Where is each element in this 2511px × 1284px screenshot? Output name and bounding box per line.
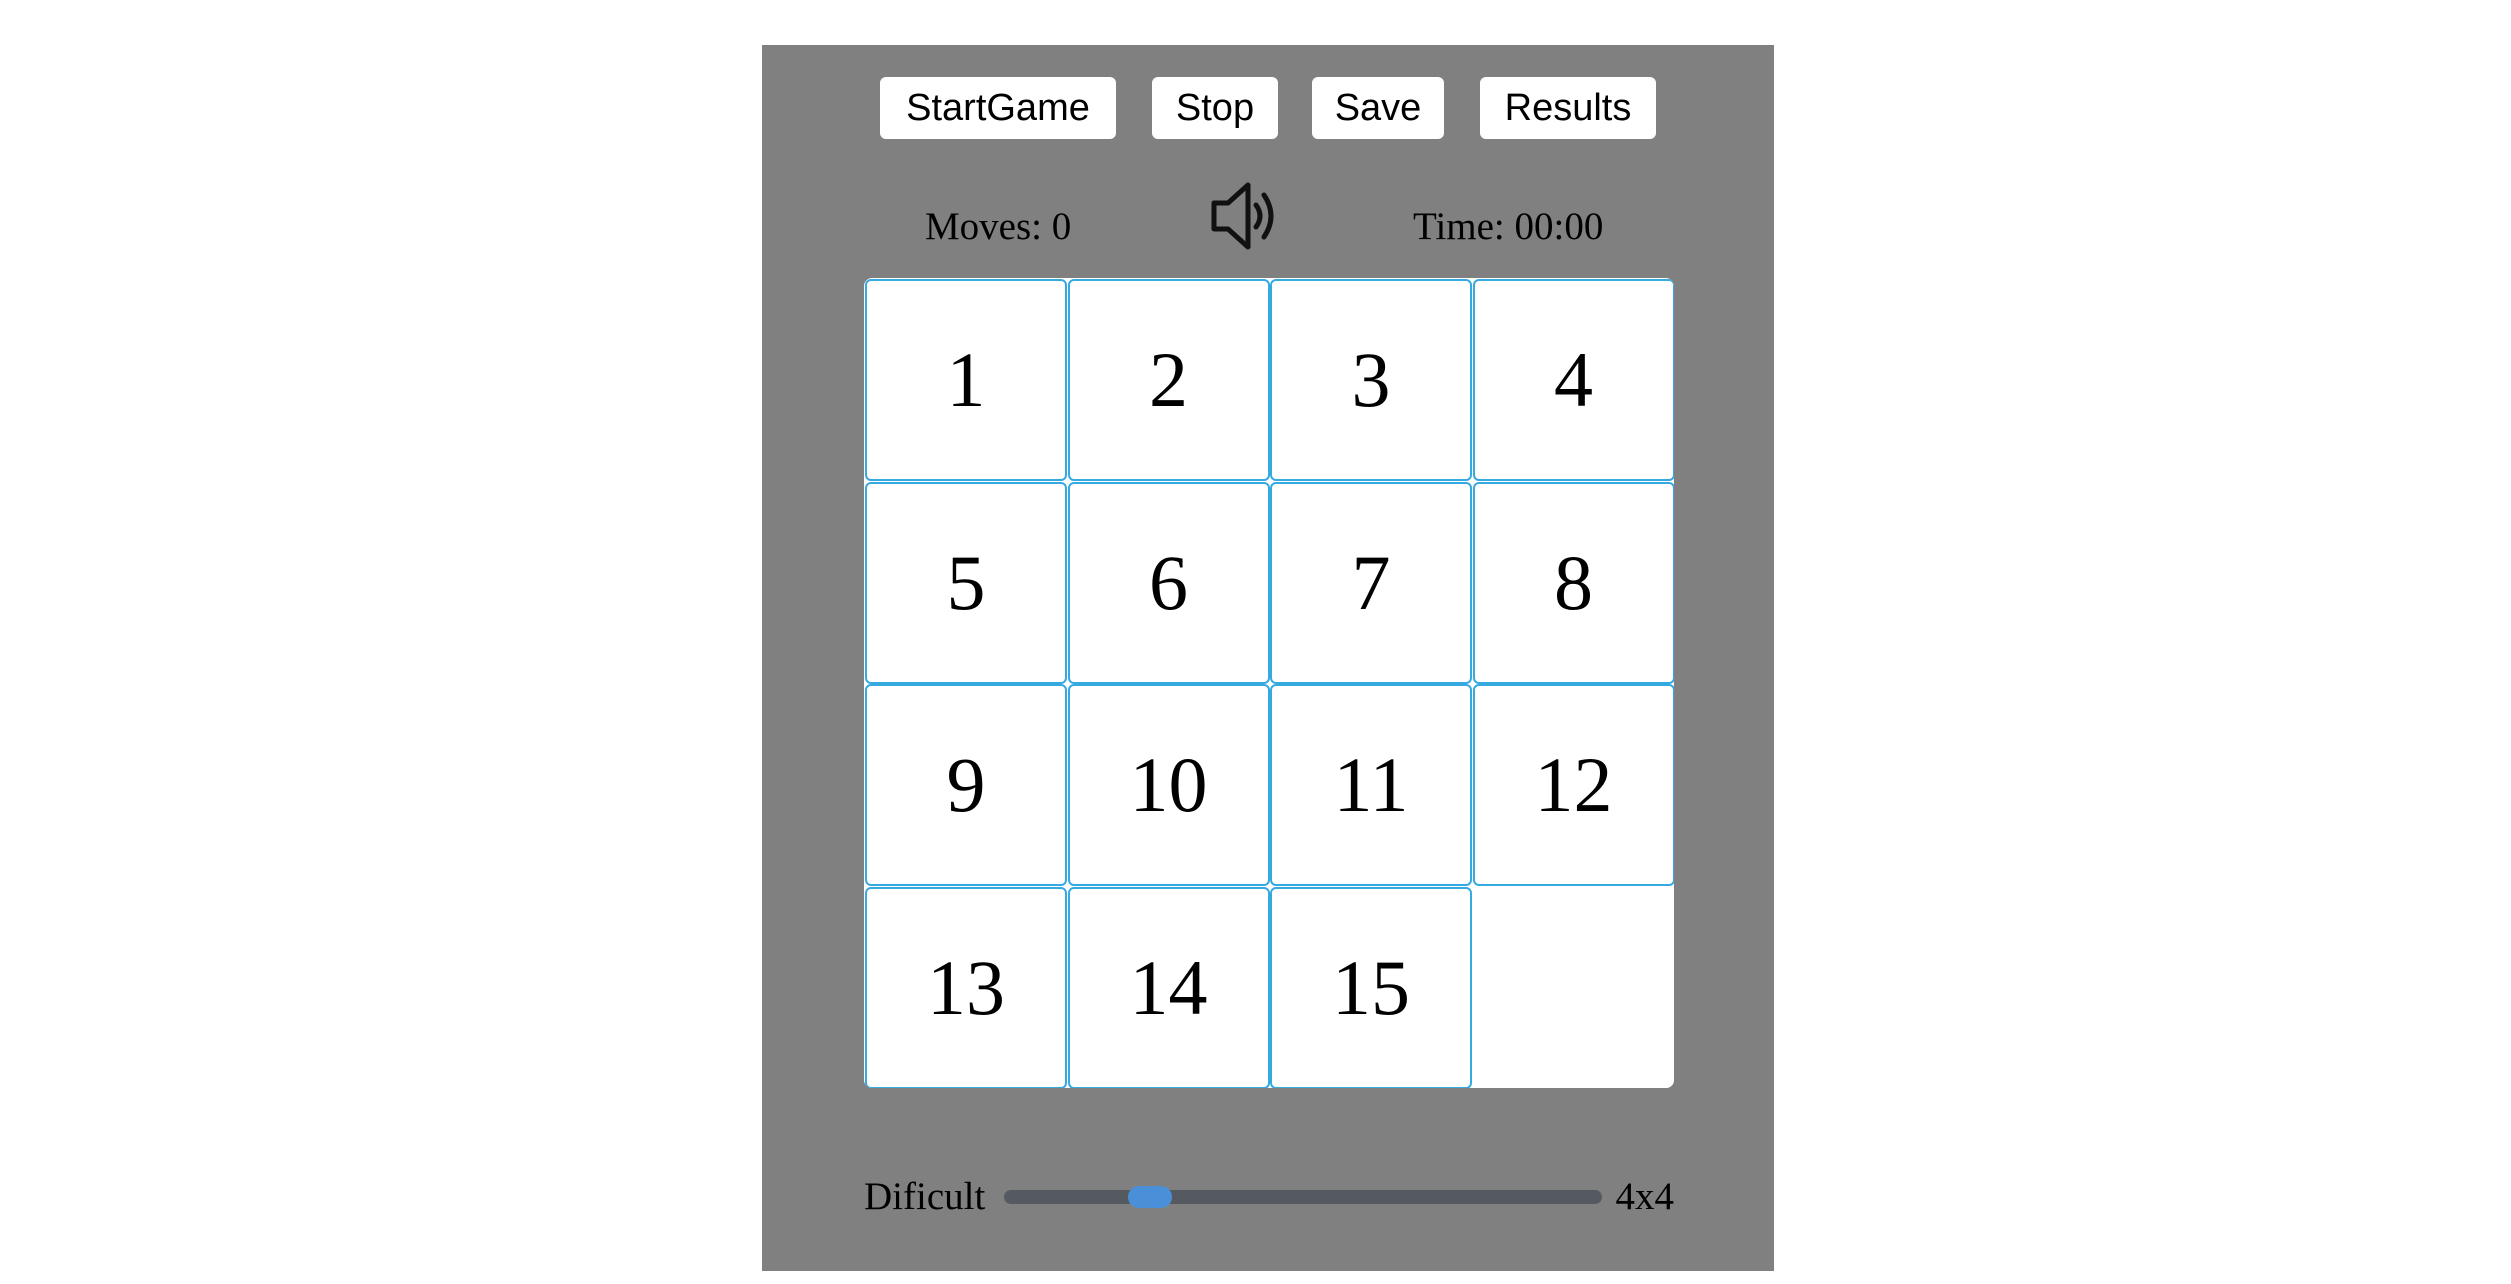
difficulty-label: Dificult <box>864 1175 986 1218</box>
difficulty-value: 4x4 <box>1615 1175 1675 1218</box>
puzzle-tile[interactable]: 5 <box>865 481 1067 684</box>
puzzle-tile[interactable]: 3 <box>1270 279 1472 481</box>
results-button[interactable]: Results <box>1480 77 1656 139</box>
puzzle-tile[interactable]: 15 <box>1270 886 1472 1088</box>
puzzle-tile[interactable]: 2 <box>1067 279 1270 481</box>
puzzle-tile[interactable]: 13 <box>865 886 1067 1088</box>
game-panel: StartGame Stop Save Results Moves: 0 Tim… <box>762 45 1774 1271</box>
start-game-button[interactable]: StartGame <box>880 77 1116 139</box>
toolbar: StartGame Stop Save Results <box>762 77 1774 139</box>
difficulty-control: Dificult 4x4 <box>864 1165 1674 1229</box>
puzzle-tile[interactable]: 14 <box>1067 886 1270 1088</box>
difficulty-slider-thumb[interactable] <box>1128 1186 1173 1208</box>
puzzle-tile[interactable]: 9 <box>865 684 1067 886</box>
puzzle-tile[interactable]: 11 <box>1270 684 1472 886</box>
time-counter: Time: 00:00 <box>1413 205 1604 248</box>
puzzle-tile[interactable]: 10 <box>1067 684 1270 886</box>
puzzle-tile[interactable]: 7 <box>1270 481 1472 684</box>
puzzle-board: 1 2 3 4 5 6 7 8 9 10 11 12 13 14 15 <box>864 278 1674 1088</box>
stop-button[interactable]: Stop <box>1152 77 1278 139</box>
puzzle-tile[interactable]: 8 <box>1472 481 1674 684</box>
puzzle-tile[interactable]: 1 <box>865 279 1067 481</box>
empty-tile <box>1472 886 1674 1088</box>
puzzle-tile[interactable]: 12 <box>1472 684 1674 886</box>
save-button[interactable]: Save <box>1312 77 1444 139</box>
moves-counter: Moves: 0 <box>925 205 1072 248</box>
puzzle-tile[interactable]: 4 <box>1472 279 1674 481</box>
speaker-on-icon[interactable] <box>1210 177 1280 255</box>
puzzle-tile[interactable]: 6 <box>1067 481 1270 684</box>
difficulty-slider[interactable] <box>1004 1186 1602 1208</box>
